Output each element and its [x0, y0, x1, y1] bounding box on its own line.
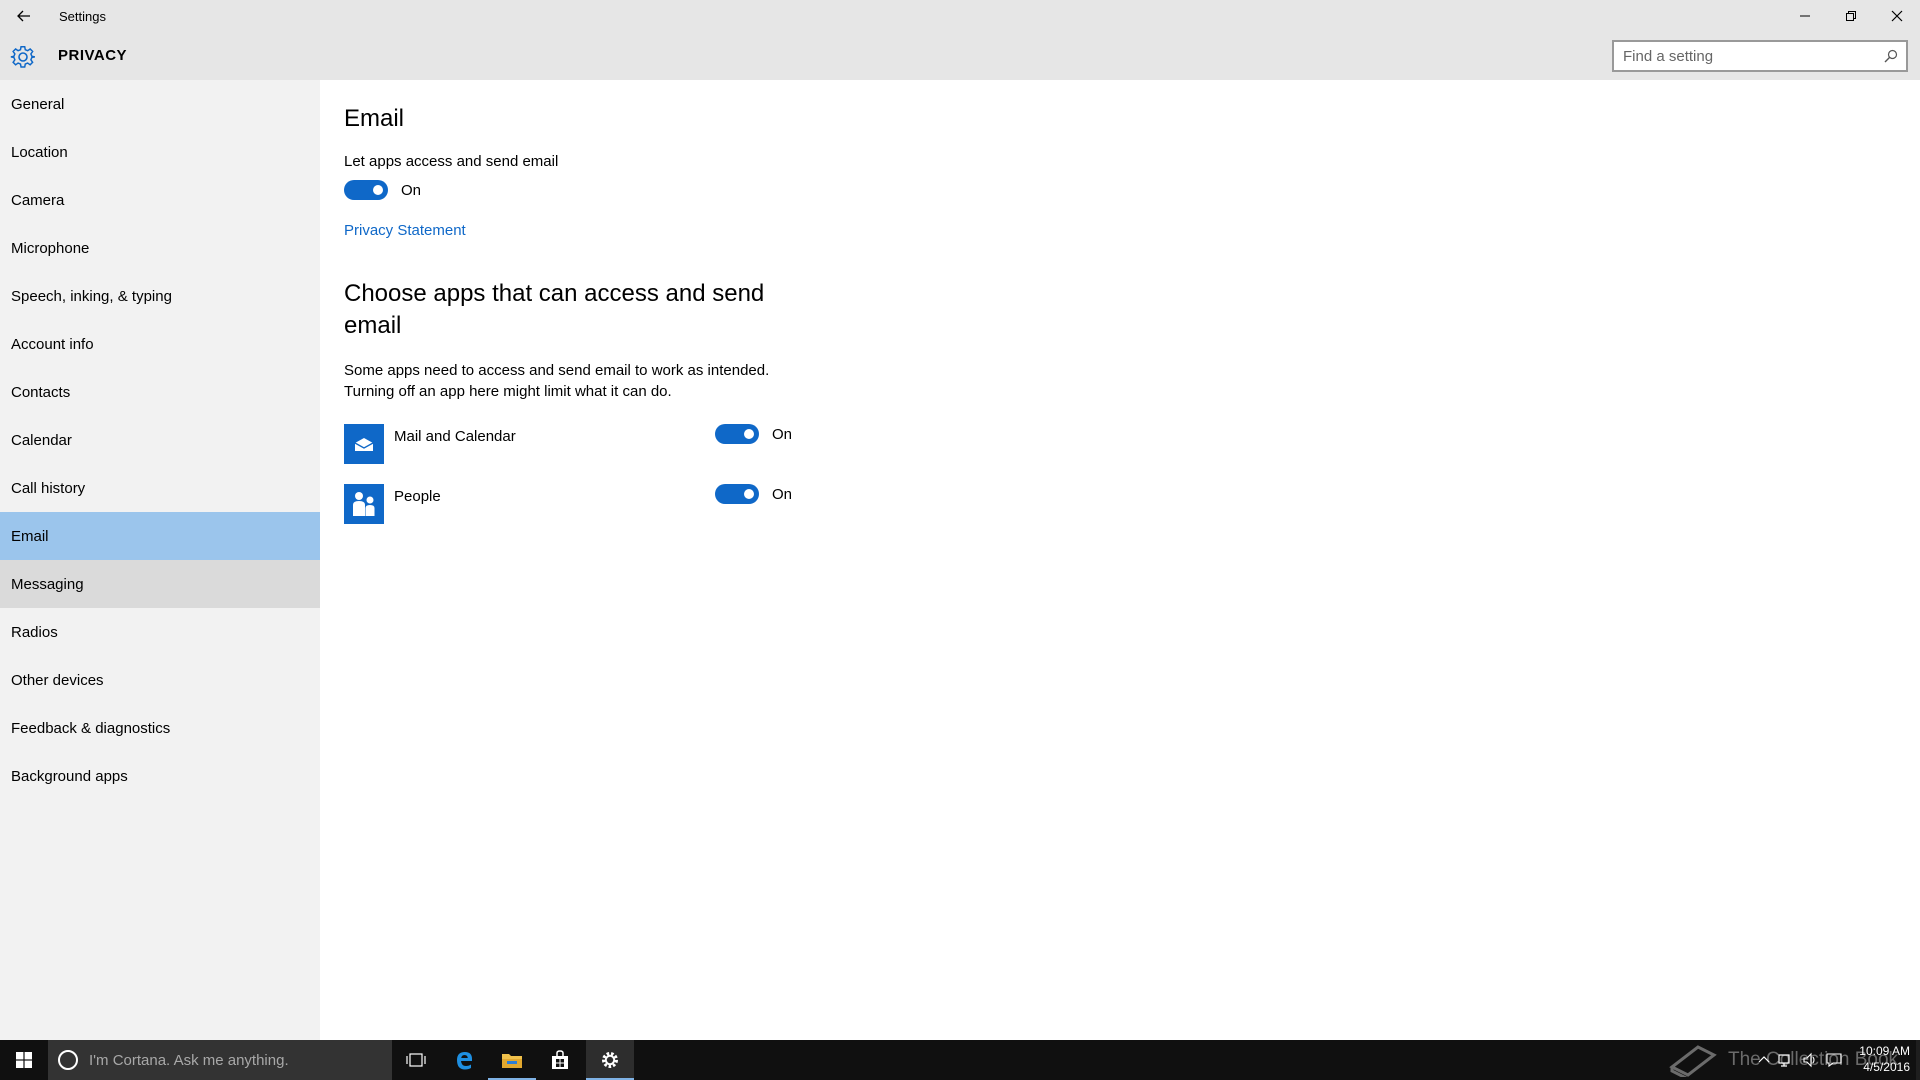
clock-time: 10:09 AM — [1859, 1044, 1910, 1058]
sidebar-item-account-info[interactable]: Account info — [0, 320, 320, 368]
start-button[interactable] — [0, 1040, 48, 1080]
sidebar-item-radios[interactable]: Radios — [0, 608, 320, 656]
minimize-icon — [1800, 15, 1810, 17]
app-name: People — [394, 488, 441, 505]
task-view-icon — [406, 1053, 426, 1067]
app-row-mail-calendar: Mail and Calendar On — [344, 424, 804, 464]
close-icon — [1891, 10, 1903, 22]
edge-icon — [457, 1052, 472, 1070]
restore-button[interactable] — [1828, 0, 1874, 32]
window-controls — [1782, 0, 1920, 32]
people-toggle[interactable] — [715, 484, 759, 504]
toggle-state-label: On — [772, 425, 793, 443]
chevron-up-icon[interactable] — [1758, 1052, 1770, 1068]
task-view-button[interactable] — [392, 1040, 440, 1080]
sidebar-item-label: Messaging — [11, 575, 84, 593]
sidebar-item-label: General — [11, 95, 65, 113]
back-button[interactable] — [0, 0, 48, 32]
gear-icon — [10, 44, 36, 70]
store-button[interactable] — [536, 1040, 584, 1080]
taskbar: I'm Cortana. Ask me anything. The Collec… — [0, 1040, 1920, 1080]
clock[interactable]: 10:09 AM 4/5/2016 — [1856, 1043, 1910, 1075]
search-box[interactable] — [1612, 40, 1908, 72]
sidebar-item-label: Call history — [11, 479, 86, 497]
cortana-icon — [58, 1050, 78, 1070]
clock-date: 4/5/2016 — [1863, 1060, 1910, 1074]
app-toggle-row: On — [715, 484, 792, 504]
sidebar-item-label: Other devices — [11, 671, 104, 689]
sidebar-item-label: Email — [11, 527, 49, 545]
section-subtitle: Choose apps that can access and send ema… — [344, 280, 765, 339]
app-toggle-row: On — [715, 424, 792, 444]
restore-icon — [1846, 11, 1856, 21]
people-icon — [344, 484, 384, 524]
sidebar-item-label: Microphone — [11, 239, 90, 257]
settings-taskbar-button[interactable] — [586, 1040, 634, 1080]
toggle-state-label: On — [401, 181, 422, 199]
sidebar-item-speech[interactable]: Speech, inking, & typing — [0, 272, 320, 320]
action-center-icon[interactable] — [1826, 1052, 1842, 1068]
sidebar-item-camera[interactable]: Camera — [0, 176, 320, 224]
window-title: Settings — [59, 8, 106, 24]
sidebar: General Location Camera Microphone Speec… — [0, 80, 320, 1040]
section-title: PRIVACY — [58, 47, 128, 64]
store-icon — [552, 1050, 568, 1069]
sidebar-item-location[interactable]: Location — [0, 128, 320, 176]
sidebar-item-label: Speech, inking, & typing — [11, 287, 172, 305]
back-arrow-icon — [17, 10, 30, 22]
privacy-statement-link[interactable]: Privacy Statement — [344, 222, 466, 239]
file-explorer-button[interactable] — [488, 1040, 536, 1080]
toggle-knob — [373, 185, 383, 195]
sidebar-item-messaging[interactable]: Messaging — [0, 560, 320, 608]
sidebar-item-label: Background apps — [11, 767, 128, 785]
sidebar-item-general[interactable]: General — [0, 80, 320, 128]
master-toggle[interactable] — [344, 180, 388, 200]
sidebar-item-label: Account info — [11, 335, 94, 353]
sidebar-item-calendar[interactable]: Calendar — [0, 416, 320, 464]
sidebar-item-label: Contacts — [11, 383, 71, 401]
mail-calendar-toggle[interactable] — [715, 424, 759, 444]
cortana-placeholder: I'm Cortana. Ask me anything. — [89, 1051, 289, 1069]
setting-label: Let apps access and send email — [344, 153, 559, 170]
settings-header: PRIVACY — [0, 32, 1920, 80]
sidebar-item-label: Location — [11, 143, 68, 161]
app-name: Mail and Calendar — [394, 428, 516, 445]
sidebar-item-label: Radios — [11, 623, 58, 641]
book-icon — [1669, 1045, 1717, 1077]
page-title: Email — [344, 105, 405, 132]
volume-icon[interactable] — [1802, 1052, 1818, 1068]
sidebar-item-label: Calendar — [11, 431, 72, 449]
close-button[interactable] — [1874, 0, 1920, 32]
search-input[interactable] — [1614, 47, 1876, 65]
show-desktop-button[interactable] — [1916, 1040, 1920, 1080]
sidebar-item-call-history[interactable]: Call history — [0, 464, 320, 512]
app-row-people: People On — [344, 484, 804, 524]
toggle-knob — [744, 489, 754, 499]
sidebar-item-background-apps[interactable]: Background apps — [0, 752, 320, 800]
sidebar-item-other-devices[interactable]: Other devices — [0, 656, 320, 704]
sidebar-item-email[interactable]: Email — [0, 512, 320, 560]
minimize-button[interactable] — [1782, 0, 1828, 32]
sidebar-item-label: Camera — [11, 191, 65, 209]
windows-logo-icon — [16, 1052, 32, 1068]
mail-icon — [344, 424, 384, 464]
sidebar-item-microphone[interactable]: Microphone — [0, 224, 320, 272]
main-content: Email Let apps access and send email On … — [344, 80, 1904, 1040]
edge-button[interactable] — [440, 1040, 488, 1080]
folder-icon — [502, 1054, 522, 1068]
master-toggle-row: On — [344, 180, 421, 200]
toggle-state-label: On — [772, 485, 793, 503]
sidebar-item-contacts[interactable]: Contacts — [0, 368, 320, 416]
network-icon[interactable] — [1778, 1052, 1794, 1068]
title-bar: Settings — [0, 0, 1920, 32]
sidebar-item-feedback[interactable]: Feedback & diagnostics — [0, 704, 320, 752]
cortana-search-box[interactable]: I'm Cortana. Ask me anything. — [48, 1040, 392, 1080]
section-description: Some apps need to access and send email … — [344, 362, 770, 400]
sidebar-item-label: Feedback & diagnostics — [11, 719, 171, 737]
toggle-knob — [744, 429, 754, 439]
search-icon[interactable] — [1876, 42, 1906, 70]
system-tray — [1758, 1052, 1842, 1068]
gear-icon — [602, 1052, 618, 1068]
